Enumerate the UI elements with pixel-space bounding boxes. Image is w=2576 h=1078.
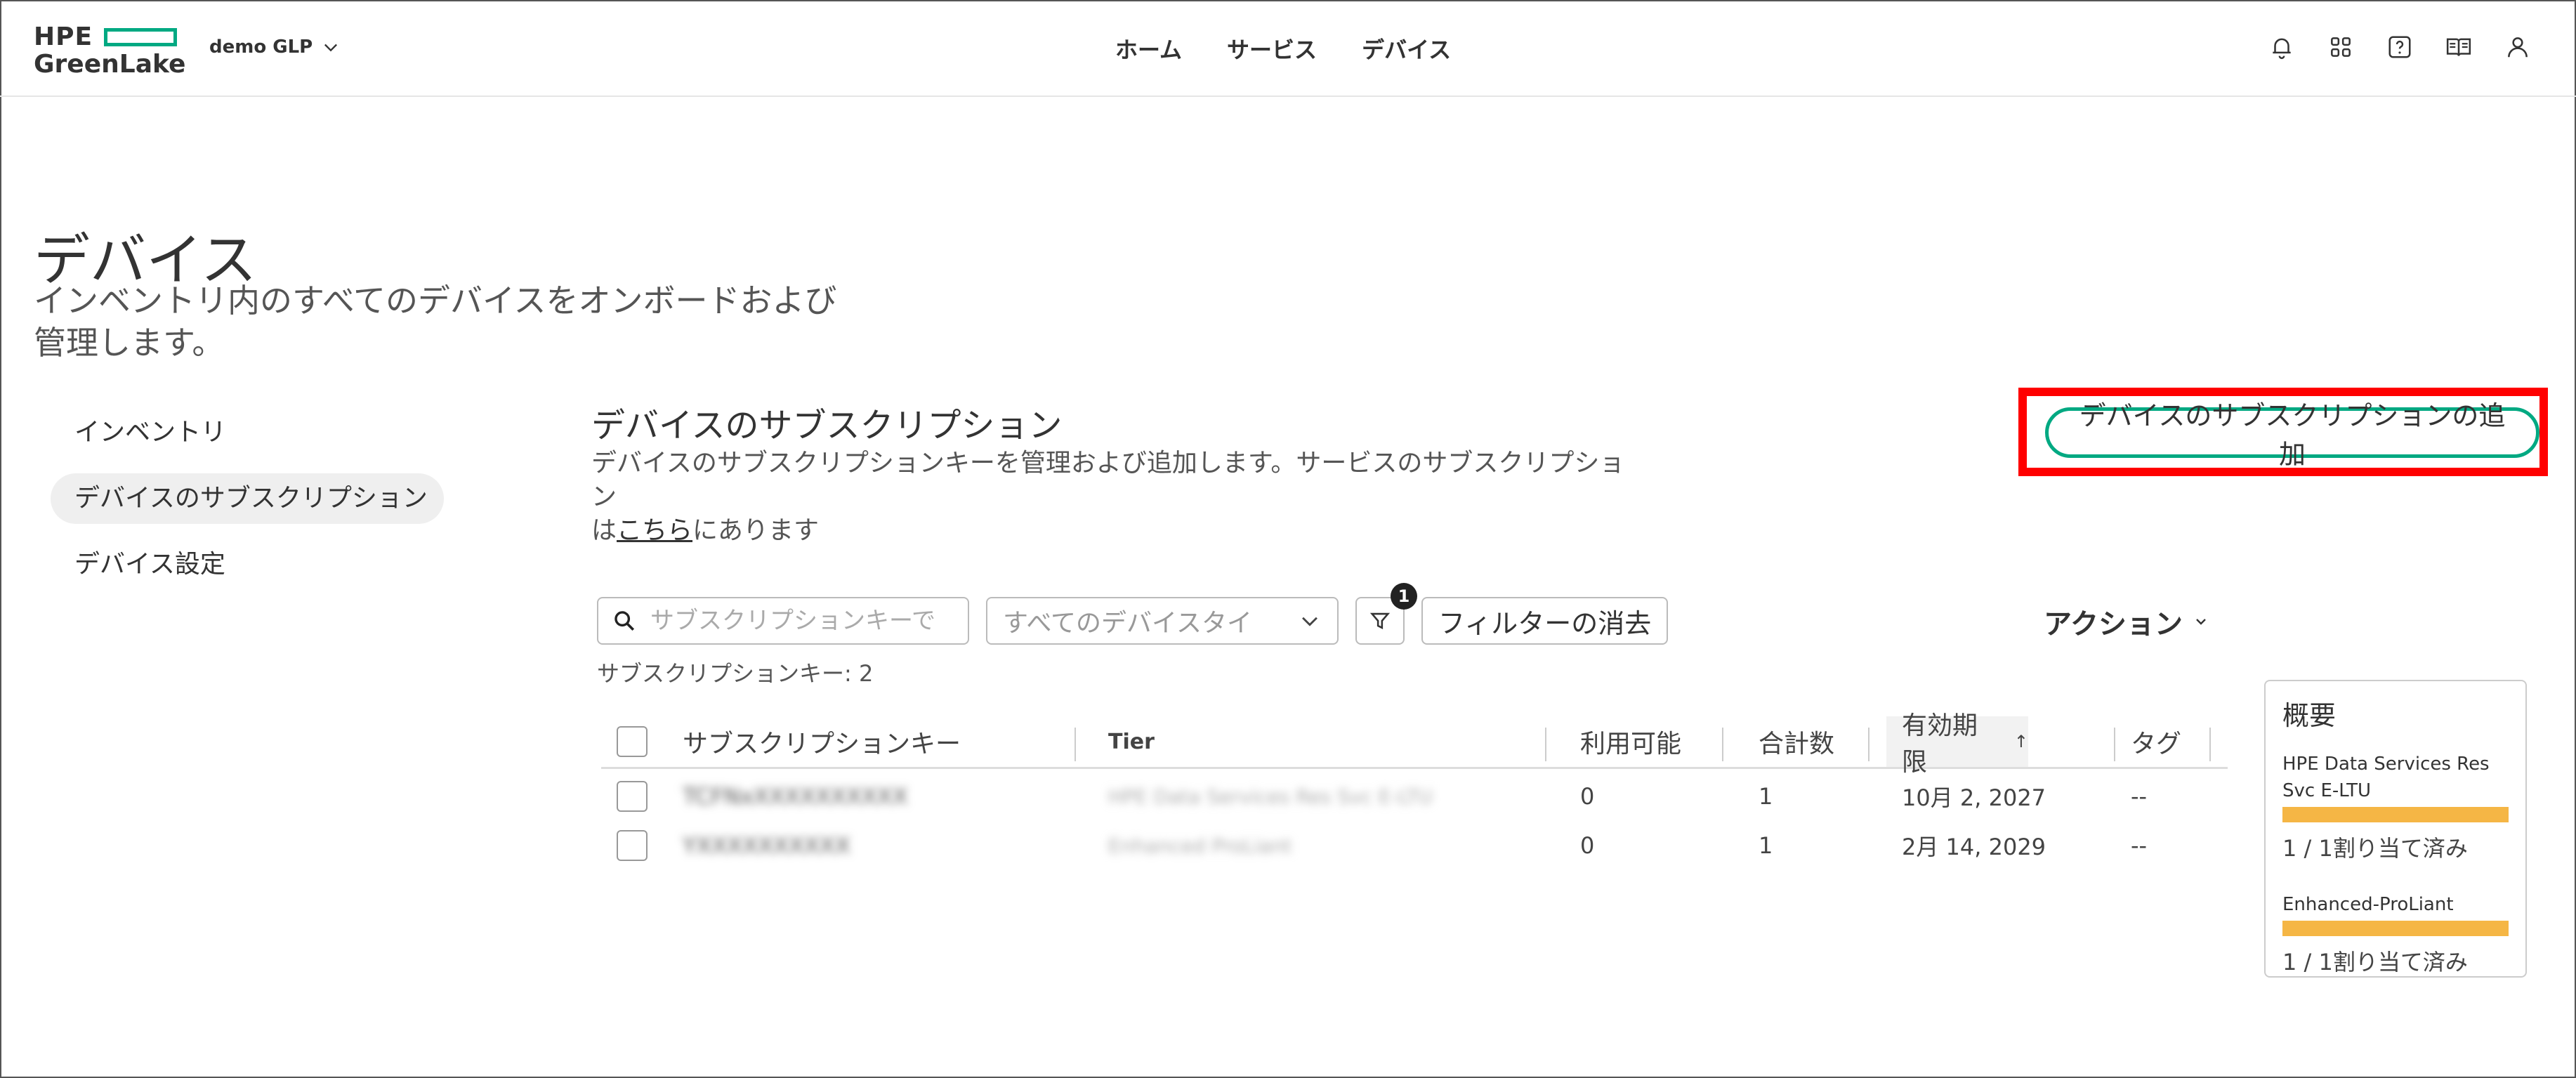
tags-cell: -- <box>2131 783 2148 810</box>
summary-item-name: HPE Data Services Res Svc E-LTU <box>2282 754 2490 801</box>
hpe-greenlake-logo[interactable]: HPE GreenLake <box>34 24 185 79</box>
nav-devices[interactable]: デバイス <box>1362 32 1451 65</box>
section-description: デバイスのサブスクリプションキーを管理および追加します。サービスのサブスクリプシ… <box>591 447 1645 548</box>
table-row[interactable]: TCFNxXXXXXXXXXX HPE Data Services Res Sv… <box>601 772 2228 821</box>
add-device-subscription-button[interactable]: デバイスのサブスクリプションの追加 <box>2045 400 2539 470</box>
filter-icon <box>1369 612 1391 629</box>
search-box[interactable] <box>597 597 969 645</box>
table-row[interactable]: YXXXXXXXXXX Enhanced ProLiant 0 1 2月 14,… <box>601 821 2228 870</box>
subscription-key-cell: YXXXXXXXXXX <box>683 832 850 859</box>
column-divider <box>2209 728 2211 761</box>
actions-menu[interactable]: アクション <box>2044 601 2209 642</box>
summary-title: 概要 <box>2282 700 2337 731</box>
chevron-down-icon <box>324 44 338 52</box>
workspace-switcher[interactable]: demo GLP <box>209 37 341 58</box>
tags-cell: -- <box>2131 832 2148 859</box>
col-tags[interactable]: タグ <box>2131 716 2181 767</box>
section-desc-part3: にあります <box>692 516 820 545</box>
left-nav: インベントリ デバイスのサブスクリプション デバイス設定 <box>51 407 444 605</box>
total-cell: 1 <box>1759 783 1773 810</box>
user-icon[interactable] <box>2504 34 2531 60</box>
column-divider <box>1868 728 1869 761</box>
summary-item-name: Enhanced-ProLiant <box>2282 894 2454 915</box>
summary-item-stat: 1 / 1割り当て済み <box>2282 949 2468 975</box>
column-divider <box>1545 728 1546 761</box>
search-input[interactable] <box>649 606 954 636</box>
summary-item: Enhanced-ProLiant 1 / 1割り当て済み <box>2282 891 2509 977</box>
col-tier[interactable]: Tier <box>1108 716 1155 767</box>
docs-book-icon[interactable] <box>2445 34 2472 60</box>
chevron-down-icon <box>2196 619 2206 625</box>
page-description: インベントリ内のすべてのデバイスをオンボードおよび 管理します。 <box>34 280 912 364</box>
chevron-down-icon <box>1302 617 1317 626</box>
column-divider <box>2114 728 2115 761</box>
available-cell: 0 <box>1580 783 1595 810</box>
column-divider <box>1722 728 1723 761</box>
subscription-count: サブスクリプションキー: 2 <box>597 660 874 687</box>
assignment-bar <box>2282 807 2509 822</box>
header-icons <box>2268 34 2531 60</box>
apps-grid-icon[interactable] <box>2327 34 2354 60</box>
logo-greenlake-text: GreenLake <box>34 50 186 79</box>
section-title: デバイスのサブスクリプション <box>591 406 1063 445</box>
col-subscription-key[interactable]: サブスクリプションキー <box>683 716 961 767</box>
services-subscription-link[interactable]: こちら <box>617 516 692 545</box>
row-select-cell <box>617 772 648 821</box>
tier-cell: Enhanced ProLiant <box>1108 834 1292 857</box>
sidebar-item-inventory[interactable]: インベントリ <box>51 407 444 458</box>
summary-item-stat: 1 / 1割り当て済み <box>2282 835 2468 862</box>
subscription-key-cell: TCFNxXXXXXXXXXX <box>683 783 908 810</box>
sidebar-item-device-settings[interactable]: デバイス設定 <box>51 539 444 590</box>
search-icon <box>615 611 635 631</box>
actions-label: アクション <box>2044 608 2183 640</box>
page-description-line1: インベントリ内のすべてのデバイスをオンボードおよび <box>34 282 837 320</box>
column-divider <box>1075 728 1076 761</box>
tier-cell: HPE Data Services Res Svc E-LTU <box>1108 784 1433 808</box>
page-description-line2: 管理します。 <box>34 324 225 362</box>
row-select-cell <box>617 821 648 870</box>
device-type-select[interactable]: すべてのデバイスタイ <box>986 597 1339 645</box>
summary-item: HPE Data Services Res Svc E-LTU 1 / 1割り当… <box>2282 751 2509 863</box>
select-all-cell <box>617 716 648 767</box>
nav-home[interactable]: ホーム <box>1115 32 1182 65</box>
available-cell: 0 <box>1580 832 1595 859</box>
row-checkbox[interactable] <box>617 830 648 861</box>
select-all-checkbox[interactable] <box>617 726 648 757</box>
section-desc-part2: は <box>591 516 617 545</box>
sort-ascending-icon: ↑ <box>2013 732 2028 751</box>
expiry-cell: 2月 14, 2029 <box>1902 834 2046 860</box>
top-header: HPE GreenLake demo GLP ホーム サービス デバイス <box>0 0 2576 97</box>
subscriptions-table: サブスクリプションキー Tier 利用可能 合計数 有効期限 ↑ タグ TCFN… <box>601 711 2228 870</box>
row-checkbox[interactable] <box>617 781 648 812</box>
expiry-cell: 10月 2, 2027 <box>1902 784 2046 811</box>
clear-filters-button[interactable]: フィルターの消去 <box>1421 597 1669 645</box>
filter-count-badge: 1 <box>1391 583 1417 610</box>
col-total[interactable]: 合計数 <box>1759 716 1834 767</box>
section-desc-part1: デバイスのサブスクリプションキーを管理および追加します。サービスのサブスクリプシ… <box>591 449 1625 511</box>
col-expiry[interactable]: 有効期限 ↑ <box>1886 711 2028 777</box>
device-type-select-value: すべてのデバイスタイ <box>1003 609 1252 638</box>
table-header: サブスクリプションキー Tier 利用可能 合計数 有効期限 ↑ タグ <box>601 711 2228 777</box>
summary-panel: 概要 HPE Data Services Res Svc E-LTU 1 / 1… <box>2264 680 2527 978</box>
highlight-box: デバイスのサブスクリプションの追加 <box>2018 388 2548 476</box>
logo-bar <box>104 28 178 46</box>
top-nav: ホーム サービス デバイス <box>1115 32 1451 65</box>
help-icon[interactable] <box>2386 34 2413 60</box>
nav-services[interactable]: サービス <box>1227 32 1317 65</box>
total-cell: 1 <box>1759 832 1773 859</box>
col-available[interactable]: 利用可能 <box>1580 716 1681 767</box>
bell-icon[interactable] <box>2268 34 2295 60</box>
sidebar-item-device-subscriptions[interactable]: デバイスのサブスクリプション <box>51 473 444 524</box>
workspace-name: demo GLP <box>209 37 313 58</box>
logo-hpe-text: HPE <box>34 22 93 51</box>
col-expiry-label: 有効期限 <box>1902 711 1978 777</box>
assignment-bar <box>2282 921 2509 936</box>
